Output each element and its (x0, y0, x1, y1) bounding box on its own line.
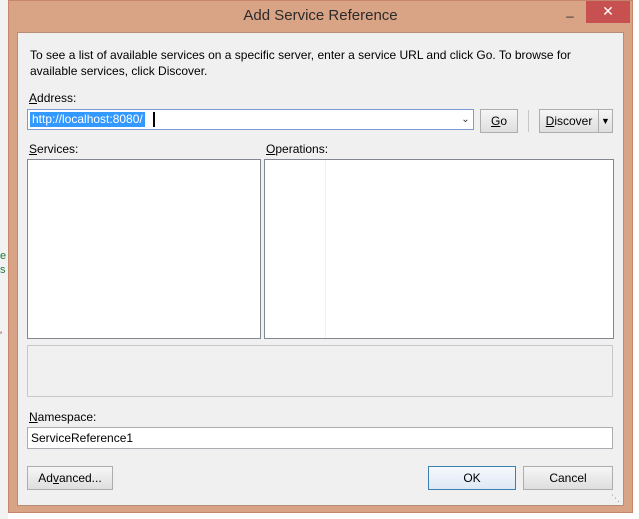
namespace-input[interactable]: ServiceReference1 (27, 427, 613, 449)
discover-split-button[interactable]: Discover ▼ (539, 109, 613, 133)
cancel-button[interactable]: Cancel (523, 466, 613, 490)
dialog-client-area: To see a list of available services on a… (17, 32, 624, 506)
discover-button-label[interactable]: Discover (540, 110, 598, 132)
namespace-label: Namespace: (29, 410, 97, 424)
triangle-down-icon[interactable]: ▼ (598, 110, 612, 132)
chevron-down-icon[interactable]: ⌄ (458, 110, 473, 129)
resize-grip-icon[interactable]: ⋱ (611, 493, 621, 503)
intro-text: To see a list of available services on a… (30, 48, 571, 78)
address-input-value[interactable]: http://localhost:8080/ (30, 112, 145, 127)
add-service-reference-dialog: Add Service Reference _ ✕ To see a list … (8, 0, 633, 513)
address-label: Address: (29, 91, 77, 105)
services-label: Services: (29, 142, 79, 156)
title-bar[interactable]: Add Service Reference _ ✕ (9, 1, 632, 32)
background-text-fragment: e (0, 250, 7, 262)
background-text-fragment: ' (0, 330, 3, 342)
operations-column-divider (325, 160, 326, 338)
operations-list[interactable] (264, 159, 614, 339)
background-text-fragment: s (0, 264, 6, 276)
go-button[interactable]: Go (480, 109, 518, 133)
close-icon: ✕ (602, 3, 614, 19)
operations-label: Operations: (266, 142, 329, 156)
advanced-button[interactable]: Advanced... (27, 466, 113, 490)
minimize-button[interactable]: _ (557, 1, 583, 23)
ok-button[interactable]: OK (428, 466, 516, 490)
text-caret (153, 112, 155, 127)
services-tree[interactable] (27, 159, 261, 339)
toolbar-separator (528, 110, 529, 132)
dialog-title: Add Service Reference (243, 7, 398, 24)
close-button[interactable]: ✕ (586, 1, 630, 23)
address-combobox[interactable]: http://localhost:8080/ ⌄ (27, 109, 474, 130)
minimize-icon: _ (566, 3, 574, 18)
description-panel (27, 345, 613, 397)
